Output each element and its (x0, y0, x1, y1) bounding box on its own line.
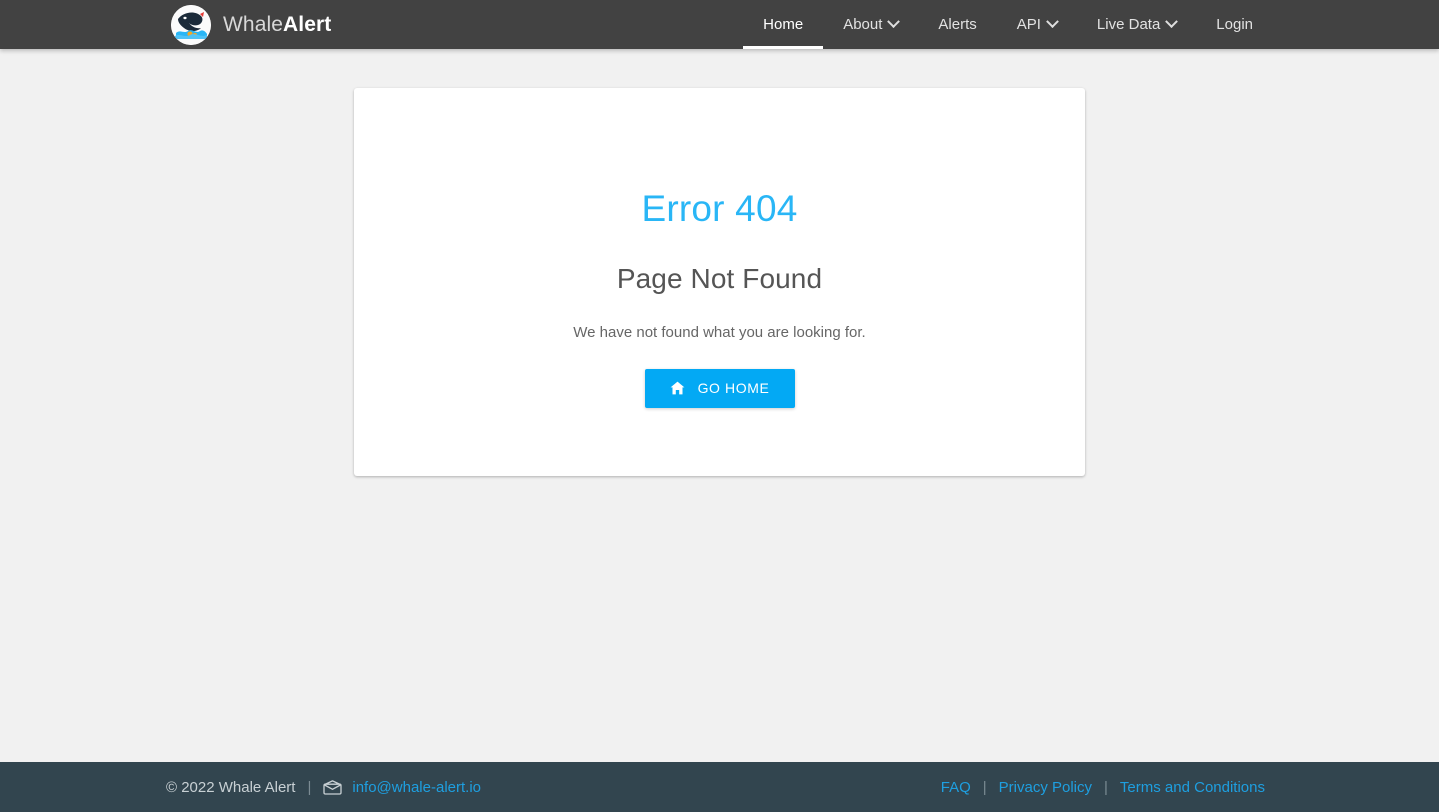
chevron-down-icon (1046, 15, 1059, 29)
nav-item-label: Live Data (1096, 16, 1161, 33)
footer-link-faq[interactable]: FAQ (941, 779, 971, 796)
brand-logo-link[interactable]: WhaleAlert (171, 3, 331, 47)
nav-item-home[interactable]: Home (743, 0, 824, 49)
footer-link-terms-and-conditions[interactable]: Terms and Conditions (1120, 779, 1265, 796)
chevron-down-icon (1165, 15, 1179, 29)
main-content-area: Error 404 Page Not Found We have not fou… (0, 49, 1439, 762)
footer-separator: | (307, 778, 312, 796)
error-card: Error 404 Page Not Found We have not fou… (354, 88, 1085, 476)
nav-item-login[interactable]: Login (1196, 0, 1273, 49)
nav-item-about[interactable]: About (823, 0, 918, 49)
nav-item-label: Alerts (938, 16, 977, 33)
go-home-button-label: GO HOME (697, 380, 770, 397)
footer-separator: | (1104, 778, 1108, 796)
brand-name-bold: Alert (283, 13, 332, 36)
footer-link-privacy-policy[interactable]: Privacy Policy (999, 779, 1092, 796)
brand-name: WhaleAlert (223, 13, 331, 37)
whale-logo-icon (171, 5, 211, 45)
footer-email-link[interactable]: info@whale-alert.io (352, 779, 481, 796)
top-navigation-bar: WhaleAlert Home About Alerts API Live Da… (0, 0, 1439, 49)
footer-separator: | (982, 778, 987, 796)
copyright-text: © 2022 Whale Alert (166, 778, 296, 796)
footer-left-group: © 2022 Whale Alert | info@whale-alert.io (166, 762, 481, 812)
primary-nav: Home About Alerts API Live Data Login (743, 0, 1273, 49)
home-icon (670, 381, 685, 395)
page-footer: © 2022 Whale Alert | info@whale-alert.io… (0, 762, 1439, 812)
error-description: We have not found what you are looking f… (573, 323, 866, 341)
error-subtitle: Page Not Found (616, 262, 823, 294)
nav-item-api[interactable]: API (997, 0, 1077, 49)
chevron-down-icon (887, 15, 901, 29)
footer-links-group: FAQ | Privacy Policy | Terms and Conditi… (941, 762, 1265, 812)
go-home-button[interactable]: GO HOME (644, 368, 795, 408)
nav-item-live-data[interactable]: Live Data (1077, 0, 1196, 49)
nav-item-label: Home (763, 16, 804, 33)
nav-item-label: Login (1216, 16, 1253, 33)
nav-item-label: About (843, 16, 883, 33)
mail-icon (323, 779, 343, 795)
nav-item-label: API (1016, 16, 1041, 33)
error-code-title: Error 404 (641, 188, 798, 229)
brand-name-light: Whale (223, 13, 284, 36)
nav-item-alerts[interactable]: Alerts (918, 0, 996, 49)
